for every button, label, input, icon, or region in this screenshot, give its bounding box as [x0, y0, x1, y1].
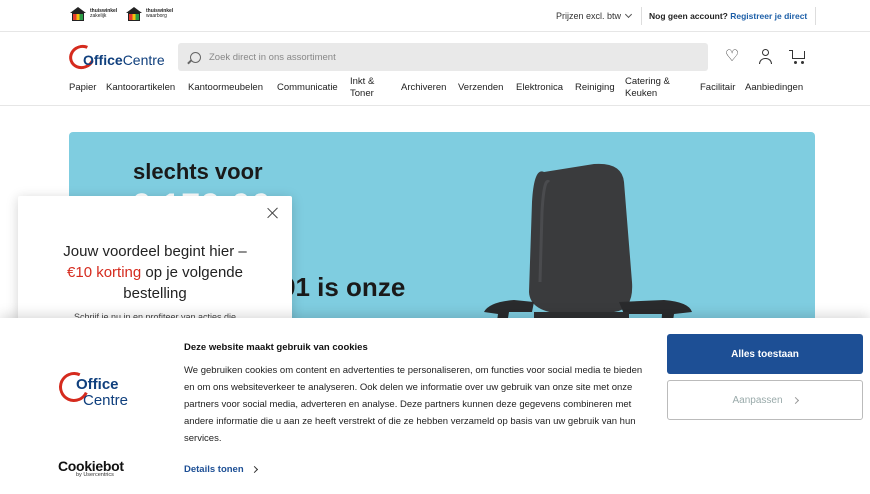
- nav-item-kantoorartikelen[interactable]: Kantoorartikelen: [106, 82, 175, 94]
- nav-item-kantoormeubelen[interactable]: Kantoormeubelen: [188, 82, 263, 94]
- promo-offer: €10 korting op je volgende: [67, 264, 243, 281]
- top-utility-bar: thuiswinkel zakelijk thuiswinkel waarborg …: [0, 0, 870, 32]
- account-prompt: Nog geen account? Registreer je direct: [649, 11, 808, 21]
- hero-headline: slechts voor: [133, 159, 263, 184]
- details-toggle[interactable]: Details tonen: [184, 464, 258, 475]
- user-icon[interactable]: [756, 47, 776, 67]
- chevron-down-icon: [624, 10, 633, 19]
- price-vat-toggle[interactable]: Prijzen excl. btw: [556, 10, 633, 21]
- promo-headline: Jouw voordeel begint hier –: [63, 243, 247, 260]
- chevron-right-icon: [791, 396, 799, 404]
- search-input[interactable]: [209, 51, 669, 63]
- close-icon[interactable]: [266, 206, 280, 220]
- nav-item-reiniging[interactable]: Reiniging: [575, 82, 615, 94]
- nav-item-verzenden[interactable]: Verzenden: [458, 82, 503, 94]
- office-centre-logo: Office Centre: [54, 367, 149, 416]
- divider: [641, 7, 642, 25]
- search-icon: [190, 51, 201, 63]
- price-vat-label: Prijzen excl. btw: [556, 11, 622, 21]
- allow-all-button[interactable]: Alles toestaan: [667, 334, 863, 374]
- cookie-title: Deze website maakt gebruik van cookies: [184, 342, 368, 353]
- customize-button[interactable]: Aanpassen: [667, 380, 863, 420]
- chevron-right-icon: [250, 465, 258, 474]
- search-bar[interactable]: [178, 43, 708, 71]
- nav-item-inkt-toner[interactable]: Inkt & Toner: [350, 76, 374, 100]
- page: thuiswinkel zakelijk thuiswinkel waarborg …: [0, 0, 870, 494]
- divider: [815, 7, 816, 25]
- nav-item-aanbiedingen[interactable]: Aanbiedingen: [745, 82, 803, 94]
- hero-subline: 91 is onze: [281, 272, 406, 302]
- cookie-banner: Office Centre Cookiebot by Usercentrics …: [0, 318, 870, 494]
- office-centre-logo[interactable]: OfficeCentre: [65, 41, 167, 73]
- cart-icon[interactable]: [788, 47, 808, 67]
- nav-item-archiveren[interactable]: Archiveren: [401, 82, 446, 94]
- cookiebot-logo: Cookiebot by Usercentrics: [58, 458, 124, 478]
- thuiswinkel-zakelijk-badge[interactable]: thuiswinkel zakelijk: [69, 7, 117, 21]
- thuiswinkel-logo-icon: [69, 7, 87, 21]
- promo-popup: Jouw voordeel begint hier – €10 korting …: [18, 196, 292, 336]
- promo-discount: €10 korting: [67, 264, 142, 281]
- nav-item-facilitair[interactable]: Facilitair: [700, 82, 735, 94]
- thuiswinkel-waarborg-badge[interactable]: thuiswinkel waarborg: [125, 7, 173, 21]
- heart-icon[interactable]: ♡: [722, 47, 742, 67]
- nav-item-elektronica[interactable]: Elektronica: [516, 82, 563, 94]
- nav-item-papier[interactable]: Papier: [69, 82, 96, 94]
- divider: [0, 105, 870, 106]
- cookie-description: We gebruiken cookies om content en adver…: [184, 365, 643, 444]
- promo-offer-end: bestelling: [123, 285, 187, 302]
- office-chair-image: [484, 163, 692, 332]
- thuiswinkel-logo-icon: [125, 7, 143, 21]
- register-link[interactable]: Registreer je direct: [730, 11, 807, 21]
- nav-item-communicatie[interactable]: Communicatie: [277, 82, 338, 94]
- nav-item-catering-keuken[interactable]: Catering & Keuken: [625, 76, 670, 100]
